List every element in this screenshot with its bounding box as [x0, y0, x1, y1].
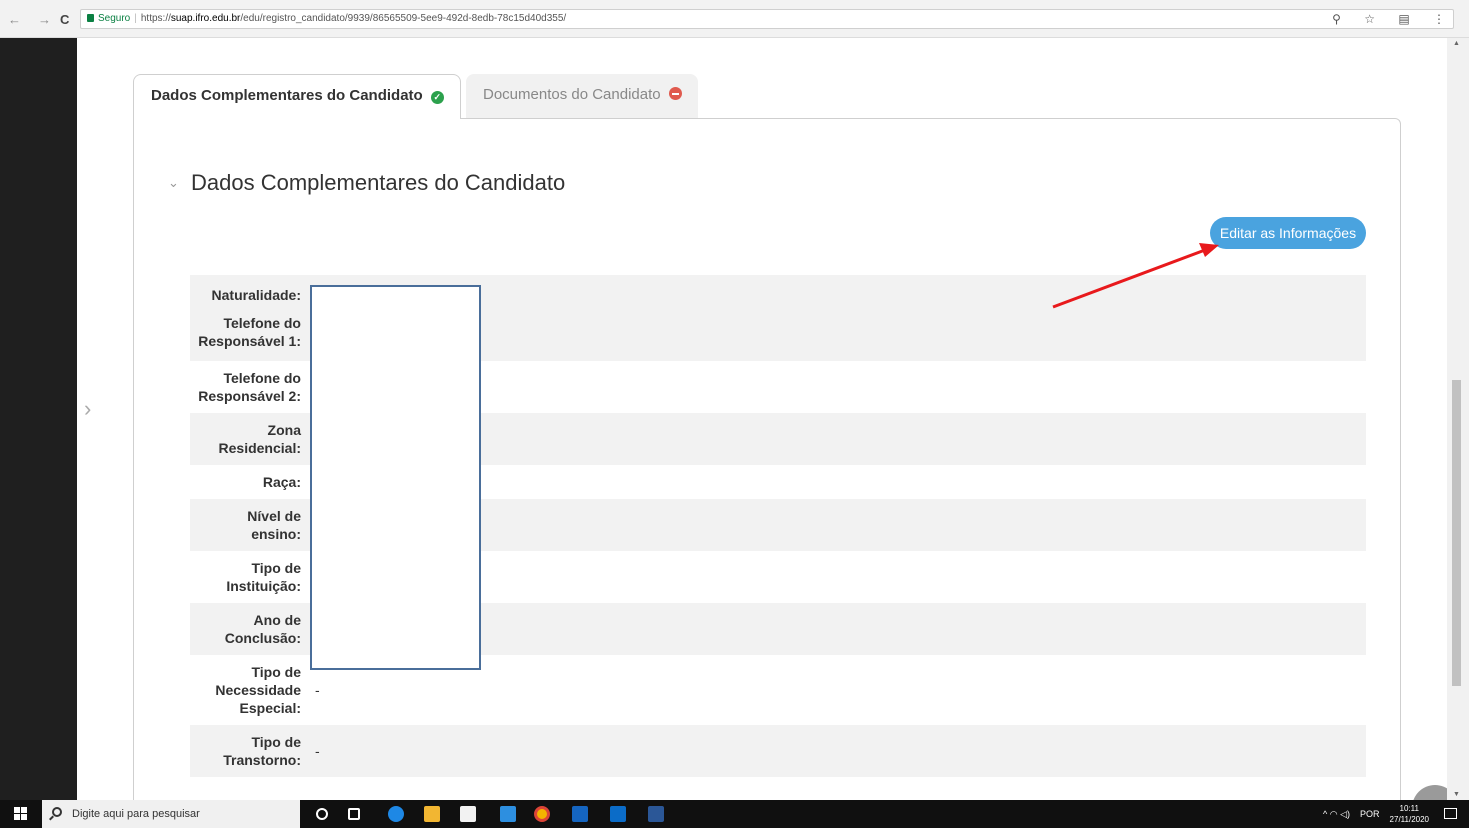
windows-start-icon[interactable]	[14, 807, 28, 821]
field-label-line: Zona	[267, 422, 301, 438]
clock[interactable]: 10:11 27/11/2020	[1390, 803, 1429, 825]
browser-toolbar: ← → C Seguro | https://suap.ifro.edu.br/ed…	[0, 0, 1469, 38]
field-label-line: Conclusão:	[224, 630, 301, 646]
field-label-line: Instituição:	[226, 578, 301, 594]
field-label-line: Especial:	[239, 700, 301, 716]
field-label-line: Tipo de	[251, 664, 301, 680]
taskbar-search[interactable]: Digite aqui para pesquisar	[42, 800, 300, 828]
redaction-box	[310, 285, 481, 670]
detail-row: Tipo de Necessidade Especial: -	[190, 663, 320, 717]
cortana-icon[interactable]	[316, 808, 328, 820]
url-path: /edu/registro_candidato/9939/86565509-5e…	[240, 13, 567, 24]
edge-icon[interactable]	[388, 806, 404, 822]
field-label-line: Ano de	[253, 612, 301, 628]
detail-row: Zona Residencial:	[190, 421, 315, 457]
search-icon	[52, 807, 62, 817]
forward-icon[interactable]: →	[38, 12, 51, 27]
clock-date: 27/11/2020	[1389, 815, 1429, 824]
field-value: -	[315, 682, 320, 698]
reload-icon[interactable]: C	[60, 12, 69, 27]
file-explorer-icon[interactable]	[424, 806, 440, 822]
mail-icon[interactable]	[500, 806, 516, 822]
field-label: Tipo de Instituição:	[190, 559, 301, 595]
page-content: › Dados Complementares do Candidato ✓ Doc…	[77, 38, 1447, 800]
task-view-icon[interactable]	[348, 808, 360, 820]
field-label-line: Raça:	[262, 474, 301, 490]
field-label: Telefone do Responsável 2:	[190, 369, 301, 405]
field-label-line: Transtorno:	[223, 752, 301, 768]
store-icon[interactable]	[460, 806, 476, 822]
lock-icon	[87, 14, 94, 22]
language-indicator[interactable]: POR	[1360, 800, 1380, 828]
field-label-line: Nível de	[247, 508, 301, 524]
detail-row: Tipo de Instituição:	[190, 559, 315, 595]
field-label-line: Residencial:	[218, 440, 301, 456]
app-icon[interactable]	[572, 806, 588, 822]
windows-taskbar: Digite aqui para pesquisar ^ ◠ ◁) POR 10…	[0, 800, 1469, 828]
detail-row-group: Tipo de Transtorno: -	[190, 725, 1366, 777]
detail-row: Nível de ensino:	[190, 507, 315, 543]
field-label: Ano de Conclusão:	[190, 611, 301, 647]
scroll-down-icon[interactable]: ▼	[1453, 791, 1460, 798]
field-label: Zona Residencial:	[190, 421, 301, 457]
field-label: Tipo de Transtorno:	[190, 733, 301, 769]
field-label-line: Responsável 2:	[198, 388, 301, 404]
chevron-right-icon[interactable]: ›	[84, 396, 91, 422]
field-label: Raça:	[190, 473, 301, 491]
notification-icon[interactable]	[1444, 808, 1457, 819]
search-placeholder: Digite aqui para pesquisar	[72, 808, 200, 820]
browser-action-icons[interactable]: ⚲ ☆ ▤ ⋮	[1332, 12, 1455, 26]
detail-row: Telefone do Responsável 2:	[190, 369, 315, 405]
scrollbar[interactable]: ▲ ▼	[1447, 38, 1469, 800]
field-label-line: Tipo de	[251, 560, 301, 576]
field-label-line: Necessidade	[215, 682, 301, 698]
url-domain: suap.ifro.edu.br	[170, 13, 241, 24]
check-circle-icon: ✓	[430, 91, 444, 104]
word-icon[interactable]	[648, 806, 664, 822]
field-label: Nível de ensino:	[190, 507, 301, 543]
field-value: -	[315, 743, 320, 759]
scroll-up-icon[interactable]: ▲	[1453, 40, 1460, 47]
back-icon[interactable]: ←	[8, 12, 21, 27]
address-bar[interactable]: Seguro | https://suap.ifro.edu.br/edu/regi…	[80, 9, 1454, 29]
scroll-down-button[interactable]: ⌄	[1412, 785, 1447, 800]
tray-icons[interactable]: ^ ◠ ◁)	[1323, 800, 1350, 828]
secure-label: Seguro	[98, 13, 131, 24]
tab-label: Dados Complementares do Candidato	[151, 87, 423, 104]
detail-row: Ano de Conclusão:	[190, 611, 315, 647]
field-label-line: Tipo de	[251, 734, 301, 750]
left-dark-strip	[0, 38, 77, 800]
field-label-line: Telefone do	[223, 370, 301, 386]
field-label: Tipo de Necessidade Especial:	[190, 663, 301, 717]
url-prefix: https://	[140, 13, 171, 24]
detail-row: Tipo de Transtorno: -	[190, 733, 320, 769]
app-icon[interactable]	[610, 806, 626, 822]
field-label-line: ensino:	[251, 526, 301, 542]
scroll-thumb[interactable]	[1452, 380, 1461, 686]
chevron-down-icon: ⌄	[1422, 785, 1447, 800]
system-tray: ^ ◠ ◁) POR 10:11 27/11/2020	[1323, 800, 1429, 828]
detail-row: Raça:	[190, 473, 315, 491]
tab-dados-complementares[interactable]: Dados Complementares do Candidato ✓	[133, 74, 461, 119]
clock-time: 10:11	[1399, 804, 1419, 813]
chrome-icon[interactable]	[534, 806, 550, 822]
